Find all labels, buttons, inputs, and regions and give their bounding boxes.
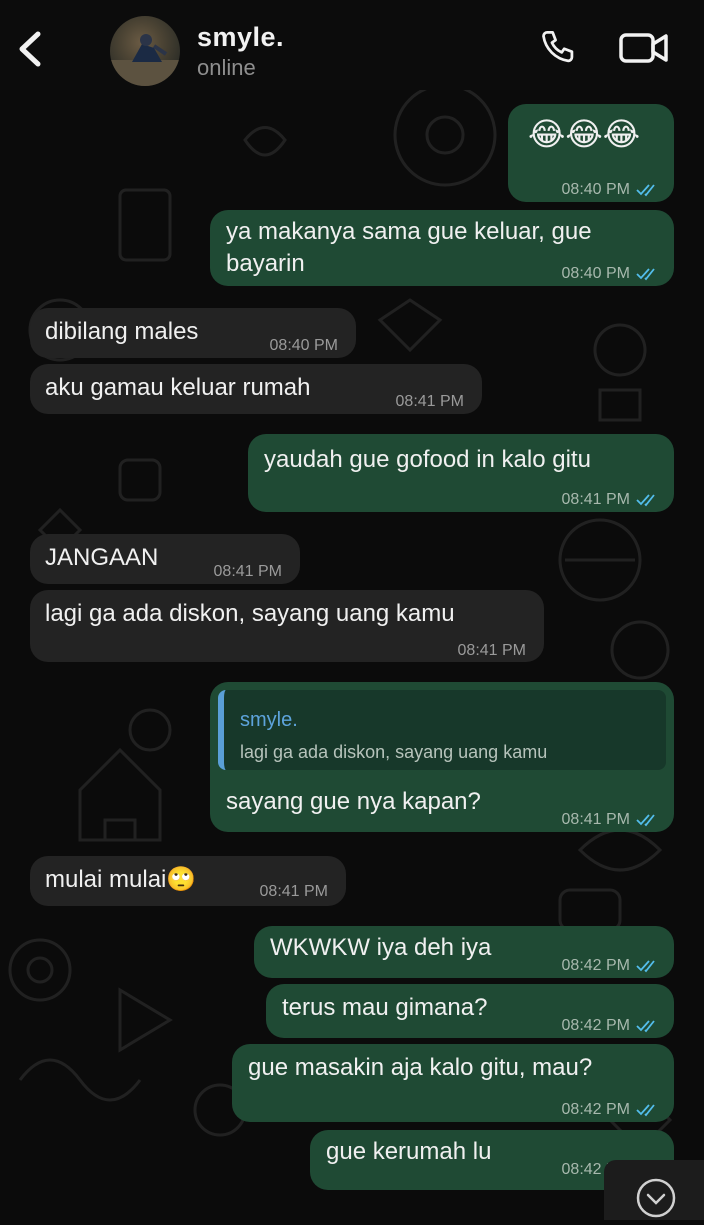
message-time: 08:41 PM: [395, 393, 464, 410]
message-time: 08:40 PM: [561, 181, 630, 198]
message-text: dibilang males: [45, 318, 199, 345]
double-check-icon: [636, 268, 655, 281]
voice-call-button[interactable]: [538, 26, 582, 70]
message-incoming[interactable]: JANGAAN 08:41 PM: [30, 534, 300, 584]
message-outgoing-reply[interactable]: smyle. lagi ga ada diskon, sayang uang k…: [210, 682, 674, 832]
message-outgoing[interactable]: WKWKW iya deh iya 08:42 PM: [254, 926, 674, 978]
message-time: 08:41 PM: [561, 811, 630, 828]
message-time: 08:42 PM: [561, 1017, 630, 1034]
back-button[interactable]: [10, 22, 50, 72]
double-check-icon: [636, 1104, 655, 1117]
message-text: aku gamau keluar rumah: [45, 374, 311, 401]
message-outgoing[interactable]: terus mau gimana? 08:42 PM: [266, 984, 674, 1038]
message-meta: 08:41 PM: [396, 386, 464, 418]
message-text-line: bayarin: [226, 250, 305, 277]
double-check-icon: [636, 184, 655, 197]
message-text: lagi ga ada diskon, sayang uang kamu: [45, 600, 455, 627]
message-meta: 08:42 PM: [562, 950, 660, 982]
video-camera-icon: [619, 33, 668, 63]
message-time: 08:41 PM: [259, 883, 328, 900]
message-text: JANGAAN: [45, 544, 159, 571]
message-outgoing[interactable]: ya makanya sama gue keluar, gue bayarin …: [210, 210, 674, 286]
chevron-left-icon: [19, 31, 41, 67]
message-incoming[interactable]: aku gamau keluar rumah 08:41 PM: [30, 364, 482, 414]
message-time: 08:41 PM: [457, 642, 526, 659]
phone-icon: [542, 31, 574, 63]
message-meta: 08:40 PM: [270, 330, 338, 362]
contact-name[interactable]: smyle.: [197, 22, 284, 53]
message-outgoing[interactable]: 😂😂😂 08:40 PM: [508, 104, 674, 202]
message-incoming[interactable]: mulai mulai🙄 08:41 PM: [30, 856, 346, 906]
message-outgoing[interactable]: gue masakin aja kalo gitu, mau? 08:42 PM: [232, 1044, 674, 1122]
double-check-icon: [636, 494, 655, 507]
message-text: WKWKW iya deh iya: [270, 934, 492, 961]
message-time: 08:42 PM: [561, 1101, 630, 1118]
avatar-photo: [110, 34, 180, 86]
double-check-icon: [636, 960, 655, 973]
quoted-message[interactable]: smyle. lagi ga ada diskon, sayang uang k…: [218, 690, 666, 770]
message-meta: 08:42 PM: [562, 1094, 660, 1126]
message-outgoing[interactable]: yaudah gue gofood in kalo gitu 08:41 PM: [248, 434, 674, 512]
message-meta: 08:41 PM: [562, 484, 660, 516]
message-text-line: ya makanya sama gue keluar, gue: [226, 218, 592, 245]
message-meta: 08:41 PM: [214, 556, 282, 588]
message-time: 08:41 PM: [561, 491, 630, 508]
message-text: gue masakin aja kalo gitu, mau?: [248, 1054, 593, 1081]
message-time: 08:40 PM: [269, 337, 338, 354]
message-text: terus mau gimana?: [282, 994, 488, 1021]
message-text: sayang gue nya kapan?: [226, 788, 481, 815]
scroll-to-bottom-button[interactable]: [604, 1160, 704, 1220]
chat-header: smyle. online: [0, 0, 704, 90]
message-time: 08:42 PM: [561, 957, 630, 974]
message-meta: 08:40 PM: [562, 258, 660, 290]
message-text: mulai mulai🙄: [45, 866, 197, 893]
message-meta: 08:41 PM: [562, 804, 660, 836]
message-time: 08:41 PM: [213, 563, 282, 580]
quoted-text: lagi ga ada diskon, sayang uang kamu: [240, 742, 548, 762]
video-call-button[interactable]: [618, 28, 670, 68]
message-meta: 08:42 PM: [562, 1010, 660, 1042]
contact-status: online: [197, 55, 256, 80]
contact-avatar[interactable]: [110, 16, 180, 86]
message-text: yaudah gue gofood in kalo gitu: [264, 446, 591, 473]
message-meta: 08:40 PM: [562, 174, 660, 206]
quoted-sender: smyle.: [240, 709, 298, 731]
chevron-down-icon: [636, 1178, 676, 1218]
double-check-icon: [636, 814, 655, 827]
message-text: 😂😂😂: [528, 116, 641, 152]
message-meta: 08:41 PM: [260, 876, 328, 908]
message-incoming[interactable]: lagi ga ada diskon, sayang uang kamu 08:…: [30, 590, 544, 662]
message-meta: 08:41 PM: [458, 635, 526, 667]
message-time: 08:40 PM: [561, 265, 630, 282]
message-incoming[interactable]: dibilang males 08:40 PM: [30, 308, 356, 358]
double-check-icon: [636, 1020, 655, 1033]
message-text: gue kerumah lu: [326, 1138, 492, 1165]
